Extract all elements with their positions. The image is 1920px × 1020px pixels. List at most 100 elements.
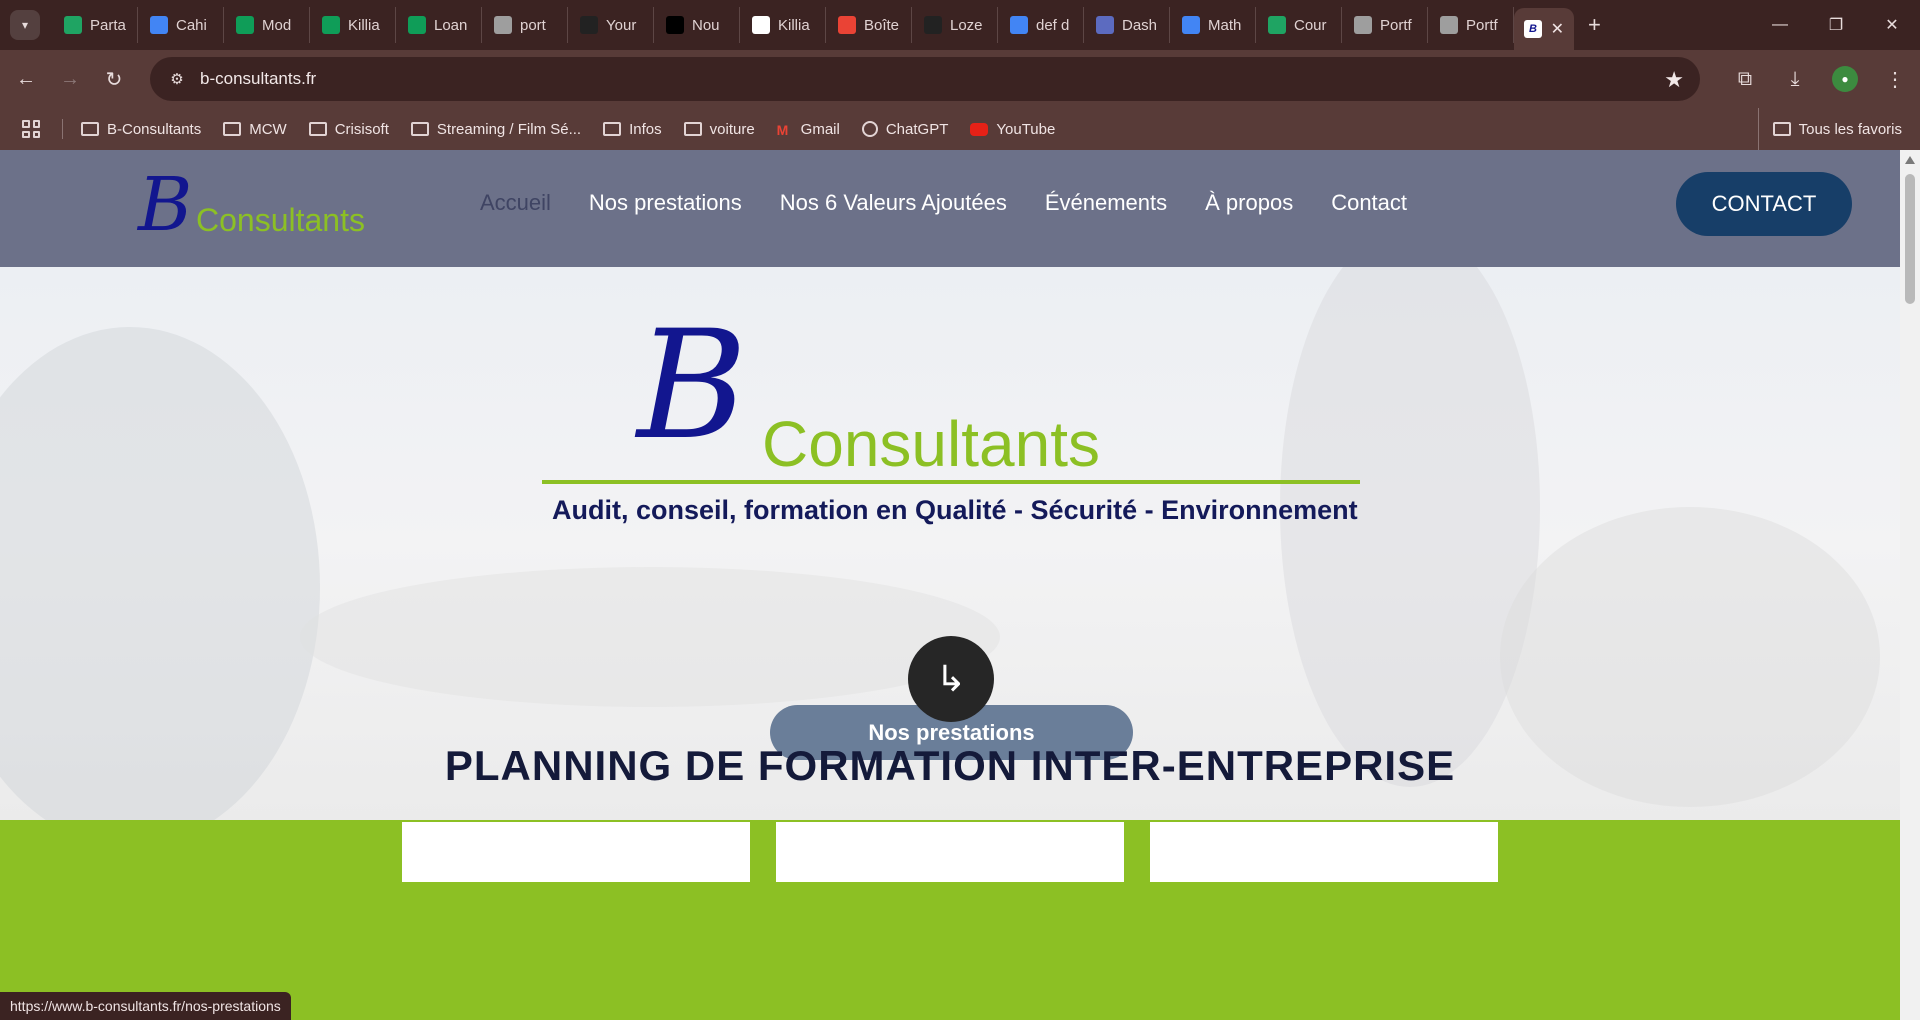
google-docs-icon — [1182, 16, 1200, 34]
globe-icon — [494, 16, 512, 34]
tab[interactable]: Portf — [1342, 7, 1428, 43]
folder-icon — [683, 122, 702, 136]
minimize-icon[interactable]: — — [1752, 0, 1808, 50]
tab-label: Portf — [1380, 16, 1412, 34]
all-bookmarks[interactable]: Tous les favoris — [1757, 108, 1902, 150]
globe-icon — [1354, 16, 1372, 34]
tab[interactable]: Nou — [654, 7, 740, 43]
tab[interactable]: Cour — [1256, 7, 1342, 43]
new-tab-button[interactable]: + — [1588, 12, 1601, 38]
bookmark-star-icon[interactable]: ★ — [1664, 67, 1684, 93]
tab-label: Cahi — [176, 16, 207, 34]
bookmark-item[interactable]: MCW — [223, 121, 287, 138]
nav-a-propos[interactable]: À propos — [1205, 190, 1293, 216]
tab[interactable]: port — [482, 7, 568, 43]
bookmark-item[interactable]: Crisisoft — [308, 121, 389, 138]
google-sheets-icon — [408, 16, 426, 34]
tab-label: Mod — [262, 16, 292, 34]
gmail-icon: M — [776, 122, 789, 138]
tab-search-button[interactable]: ▾ — [10, 10, 40, 40]
tab[interactable]: Killia — [740, 7, 826, 43]
restore-icon[interactable]: ❐ — [1808, 0, 1864, 50]
tab[interactable]: Killia — [310, 7, 396, 43]
nav-nos-prestations[interactable]: Nos prestations — [589, 190, 742, 216]
planning-card[interactable] — [1150, 822, 1498, 882]
bookmark-item[interactable]: Infos — [603, 121, 662, 138]
site-info-icon[interactable]: ⚙ — [164, 66, 190, 92]
planning-card[interactable] — [776, 822, 1124, 882]
page-scrollbar[interactable] — [1900, 150, 1920, 1020]
tab[interactable]: Loze — [912, 7, 998, 43]
planning-card[interactable] — [402, 822, 750, 882]
nav-accueil[interactable]: Accueil — [480, 190, 551, 216]
tab-strip: ▾ Parta Cahi Mod Killia Loan port Your Nou Killi… — [0, 0, 1920, 50]
hero-bg-table — [300, 567, 1000, 707]
tab[interactable]: Parta — [52, 7, 138, 43]
scroll-thumb[interactable] — [1905, 174, 1915, 304]
site-logo[interactable]: B Consultants — [138, 162, 378, 248]
github-icon — [924, 16, 942, 34]
folder-icon — [308, 122, 327, 136]
tab[interactable]: Dash — [1084, 7, 1170, 43]
address-bar[interactable]: ⚙ b-consultants.fr ★ — [150, 57, 1700, 101]
tab[interactable]: Cahi — [138, 7, 224, 43]
nav-evenements[interactable]: Événements — [1045, 190, 1167, 216]
bookmark-item[interactable]: Streaming / Film Sé... — [410, 121, 581, 138]
tab-label: Nou — [692, 16, 720, 34]
bookmark-label: YouTube — [996, 120, 1056, 138]
hero-section: B Consultants Audit, conseil, formation … — [0, 267, 1900, 820]
hero-logo-letter: B — [637, 299, 748, 473]
status-bar-url: https://www.b-consultants.fr/nos-prestat… — [0, 992, 291, 1020]
address-text[interactable]: b-consultants.fr — [200, 69, 316, 89]
scroll-up-icon[interactable] — [1905, 156, 1915, 164]
site-header: B Consultants Accueil Nos prestations No… — [0, 150, 1900, 267]
all-bookmarks-label: Tous les favoris — [1798, 120, 1902, 138]
downloads-icon[interactable]: ⤓ — [1770, 68, 1820, 91]
extensions-icon[interactable]: ⧉ — [1720, 68, 1770, 91]
bookmark-item[interactable]: B-Consultants — [81, 121, 201, 138]
close-tab-icon[interactable]: ✕ — [1551, 19, 1564, 39]
tab[interactable]: def d — [998, 7, 1084, 43]
page-viewport: B Consultants Accueil Nos prestations No… — [0, 150, 1900, 1020]
tab-label: Cour — [1294, 16, 1327, 34]
hero-logo-rule — [542, 480, 1360, 484]
tab[interactable]: Your — [568, 7, 654, 43]
reload-button[interactable]: ↻ — [96, 61, 132, 97]
forward-button[interactable]: → — [52, 61, 88, 97]
tab-active[interactable]: B ✕ — [1514, 8, 1574, 50]
profile-avatar[interactable]: ● — [1832, 66, 1858, 92]
close-window-icon[interactable]: ✕ — [1864, 0, 1920, 50]
google-icon — [1010, 16, 1028, 34]
tab[interactable]: Math — [1170, 7, 1256, 43]
b-consultants-icon: B — [1524, 20, 1542, 38]
bookmark-item[interactable]: voiture — [683, 121, 755, 138]
tab[interactable]: Loan — [396, 7, 482, 43]
dashboard-icon — [1096, 16, 1114, 34]
bookmark-item[interactable]: ChatGPT — [861, 121, 948, 138]
youtube-icon — [970, 122, 989, 136]
tab[interactable]: Boîte — [826, 7, 912, 43]
menu-icon[interactable]: ⋮ — [1870, 67, 1920, 92]
folder-icon — [410, 122, 429, 136]
tab[interactable]: Mod — [224, 7, 310, 43]
nav-valeurs[interactable]: Nos 6 Valeurs Ajoutées — [780, 190, 1007, 216]
tab-label: Loze — [950, 16, 983, 34]
github-icon — [580, 16, 598, 34]
tab-label: Killia — [348, 16, 380, 34]
folder-icon — [1772, 122, 1791, 136]
bookmark-item[interactable]: YouTube — [970, 121, 1055, 138]
google-sheets-icon — [322, 16, 340, 34]
contact-button[interactable]: CONTACT — [1676, 172, 1852, 236]
apps-grid-icon[interactable] — [22, 120, 40, 138]
back-button[interactable]: ← — [8, 61, 44, 97]
hero-logo: B Consultants Audit, conseil, formation … — [542, 299, 1362, 577]
notion-icon — [752, 16, 770, 34]
scroll-down-button[interactable]: ↳ — [908, 636, 994, 722]
folder-icon — [223, 122, 242, 136]
nav-contact[interactable]: Contact — [1331, 190, 1407, 216]
tab[interactable]: Portf — [1428, 7, 1514, 43]
globe-icon — [1440, 16, 1458, 34]
tab-label: Parta — [90, 16, 126, 34]
bookmark-item[interactable]: M Gmail — [776, 121, 840, 139]
bookmark-label: MCW — [249, 120, 287, 138]
